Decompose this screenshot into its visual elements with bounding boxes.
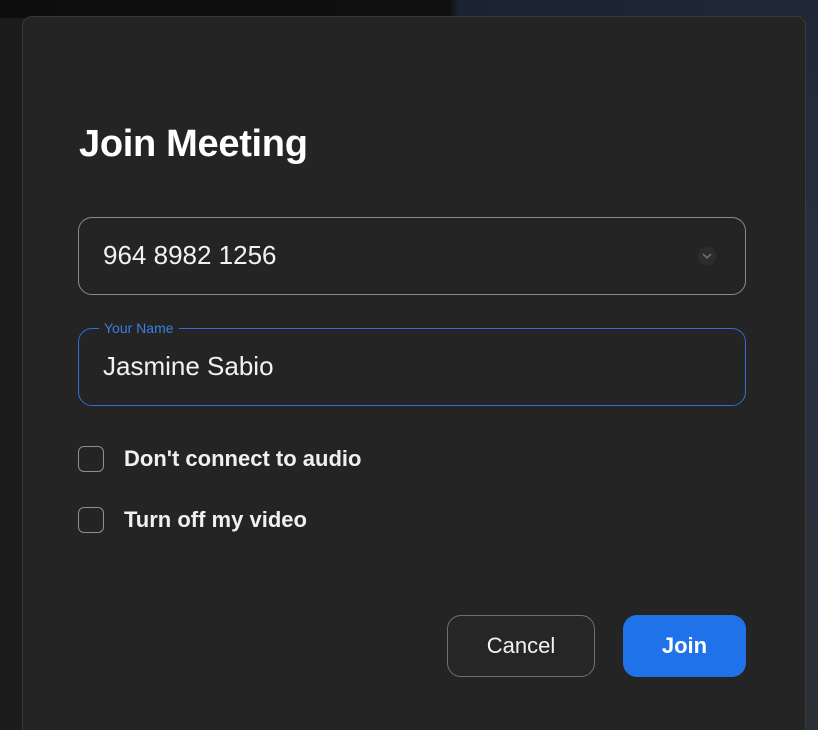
option-turn-off-video[interactable]: Turn off my video xyxy=(78,507,307,534)
join-meeting-dialog: Join Meeting 964 8982 1256 Your Name Jas… xyxy=(22,16,806,730)
turn-off-video-checkbox[interactable] xyxy=(78,507,104,534)
option-dont-connect-audio[interactable]: Don't connect to audio xyxy=(78,446,361,473)
turn-off-video-label[interactable]: Turn off my video xyxy=(124,507,307,533)
dont-connect-audio-label[interactable]: Don't connect to audio xyxy=(124,446,361,472)
meeting-id-input[interactable]: 964 8982 1256 xyxy=(103,240,277,271)
dont-connect-audio-checkbox[interactable] xyxy=(78,446,104,473)
join-button[interactable]: Join xyxy=(623,615,746,677)
your-name-field[interactable]: Your Name Jasmine Sabio xyxy=(78,320,746,406)
your-name-input[interactable]: Jasmine Sabio xyxy=(103,351,274,382)
meeting-id-combobox[interactable]: 964 8982 1256 xyxy=(78,217,746,295)
chevron-down-icon[interactable] xyxy=(697,246,717,266)
your-name-label: Your Name xyxy=(99,320,179,337)
dialog-title: Join Meeting xyxy=(79,123,308,165)
screen: Join Meeting 964 8982 1256 Your Name Jas… xyxy=(0,0,818,730)
background-window-edge xyxy=(804,0,818,730)
cancel-button[interactable]: Cancel xyxy=(447,615,595,677)
